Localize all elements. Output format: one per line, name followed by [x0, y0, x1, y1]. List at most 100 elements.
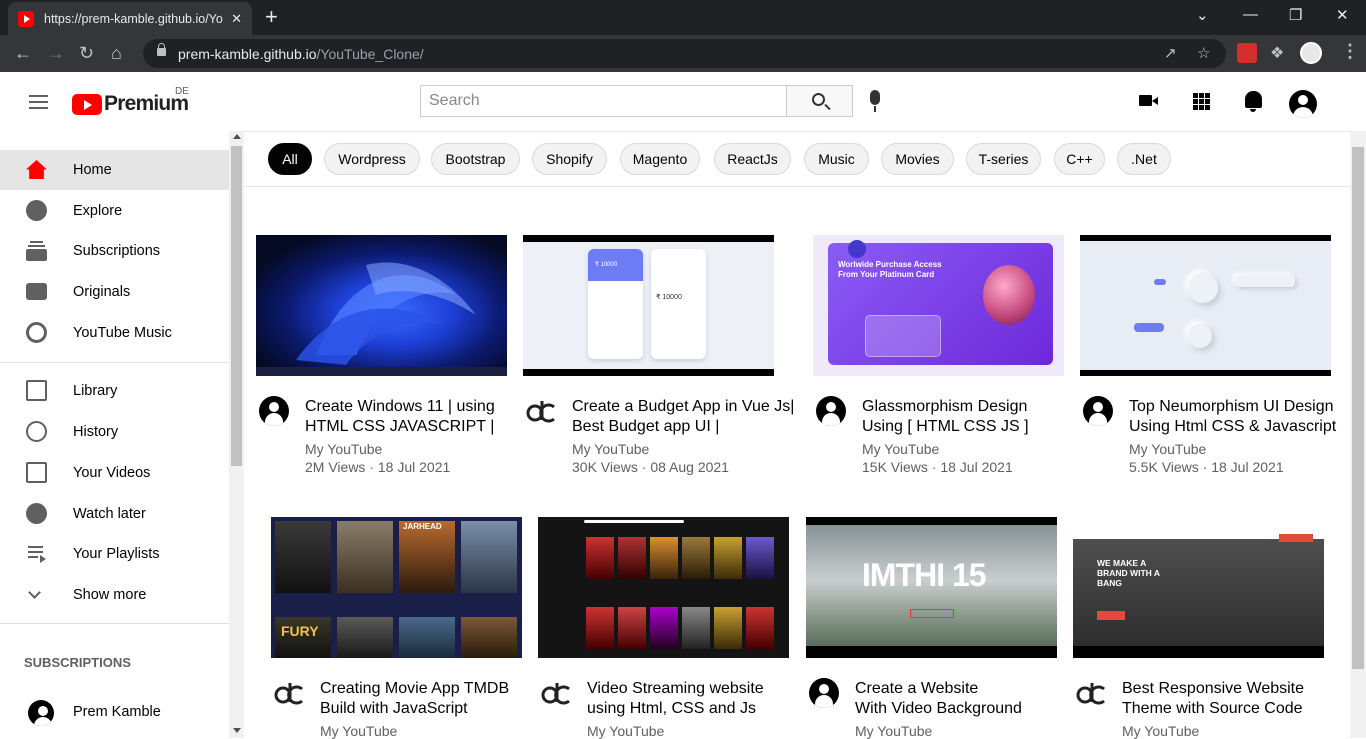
chip-music[interactable]: Music — [804, 143, 869, 175]
video-title[interactable]: Creating Movie App TMDB Build with JavaS… — [320, 679, 560, 719]
video-title[interactable]: Create a Website With Video Background — [855, 679, 1095, 719]
subscriptions-heading: SUBSCRIPTIONS — [24, 655, 131, 670]
browser-tab[interactable]: https://prem-kamble.github.io/Yo ✕ — [8, 2, 252, 35]
library-icon — [26, 380, 47, 401]
apps-grid-icon[interactable] — [1193, 93, 1210, 110]
scroll-down-arrow-icon[interactable] — [233, 728, 241, 733]
youtube-logo[interactable]: Premium — [72, 92, 189, 116]
sidebar-item-home[interactable]: Home — [0, 150, 229, 190]
video-channel[interactable]: My YouTube — [572, 441, 649, 457]
sidebar-item-label: YouTube Music — [73, 325, 172, 341]
chip-bootstrap[interactable]: Bootstrap — [431, 143, 520, 175]
dc-logo-icon[interactable] — [540, 678, 570, 708]
chip-all[interactable]: All — [268, 143, 312, 175]
sidebar-divider — [0, 623, 229, 624]
address-bar[interactable]: prem-kamble.github.io/YouTube_Clone/ ↗ ☆ — [143, 39, 1226, 68]
sidebar-divider — [0, 362, 229, 363]
main-scroll-thumb[interactable] — [1352, 147, 1364, 669]
browser-profile-avatar[interactable] — [1300, 42, 1322, 64]
video-thumbnail[interactable] — [256, 235, 507, 376]
browser-menu-icon[interactable]: ⋮ — [1341, 41, 1359, 62]
sidebar-item-originals[interactable]: Originals — [0, 272, 229, 312]
sidebar-item-explore[interactable]: Explore — [0, 191, 229, 231]
main-scrollbar[interactable] — [1350, 131, 1366, 738]
music-icon — [26, 322, 47, 343]
channel-avatar-icon[interactable] — [816, 396, 846, 426]
video-thumbnail[interactable] — [538, 517, 789, 658]
sidebar-item-library[interactable]: Library — [0, 371, 229, 411]
video-channel[interactable]: My YouTube — [587, 723, 664, 739]
sidebar-item-youtube-music[interactable]: YouTube Music — [0, 313, 229, 353]
video-meta: 15K Views · 18 Jul 2021 — [862, 459, 1013, 475]
video-thumbnail[interactable]: WE MAKE A BRAND WITH A BANG — [1073, 517, 1324, 658]
video-channel[interactable]: My YouTube — [1129, 441, 1206, 457]
video-title[interactable]: Glassmorphism Design Using [ HTML CSS JS… — [862, 397, 1102, 437]
playlist-icon — [26, 543, 47, 564]
video-thumbnail[interactable]: Worlwide Purchase Access From Your Plati… — [813, 235, 1064, 376]
chip-t-series[interactable]: T-series — [966, 143, 1041, 175]
sidebar-item-show-more[interactable]: Show more — [0, 575, 229, 615]
share-icon[interactable]: ↗ — [1164, 44, 1177, 62]
video-channel[interactable]: My YouTube — [855, 723, 932, 739]
video-thumbnail[interactable]: ₹ 10000 ₹ 10000 — [523, 235, 774, 376]
sidebar-item-your-videos[interactable]: Your Videos — [0, 453, 229, 493]
chip-wordpress[interactable]: Wordpress — [324, 143, 420, 175]
video-channel[interactable]: My YouTube — [320, 723, 397, 739]
channel-avatar-icon[interactable] — [1083, 396, 1113, 426]
extensions-puzzle-icon[interactable]: ❖ — [1270, 43, 1290, 63]
forward-icon[interactable]: → — [47, 43, 65, 63]
close-window-button[interactable]: ✕ — [1336, 6, 1349, 24]
create-video-icon[interactable] — [1139, 95, 1158, 106]
menu-icon[interactable] — [29, 95, 48, 109]
sidebar-scroll-thumb[interactable] — [231, 146, 242, 466]
thumb-budget-amount: ₹ 10000 — [656, 294, 682, 301]
tab-close-icon[interactable]: ✕ — [231, 11, 242, 27]
channel-avatar-icon[interactable] — [809, 678, 839, 708]
bookmark-star-icon[interactable]: ☆ — [1197, 44, 1210, 62]
chip-cpp[interactable]: C++ — [1054, 143, 1105, 175]
sidebar-subscription-prem-kamble[interactable]: Prem Kamble — [0, 692, 229, 732]
chip-shopify[interactable]: Shopify — [532, 143, 607, 175]
chip-movies[interactable]: Movies — [881, 143, 954, 175]
chip-reactjs[interactable]: ReactJs — [714, 143, 791, 175]
video-channel[interactable]: My YouTube — [862, 441, 939, 457]
extension-red-icon[interactable] — [1237, 43, 1257, 63]
sidebar-scrollbar[interactable] — [229, 131, 244, 738]
video-thumbnail[interactable]: IMTHI 15 — [806, 517, 1057, 658]
video-title[interactable]: Create a Budget App in Vue Js| Best Budg… — [572, 397, 802, 437]
video-channel[interactable]: My YouTube — [305, 441, 382, 457]
video-title[interactable]: Best Responsive Website Theme with Sourc… — [1122, 679, 1344, 719]
search-input[interactable] — [420, 85, 787, 117]
scroll-up-arrow-icon[interactable] — [233, 134, 241, 139]
sidebar-item-history[interactable]: History — [0, 412, 229, 452]
new-tab-button[interactable]: + — [265, 5, 278, 29]
minimize-button[interactable]: — — [1243, 6, 1258, 23]
home-browser-icon[interactable]: ⌂ — [111, 43, 122, 63]
sidebar-item-label: Home — [73, 162, 112, 178]
dc-logo-icon[interactable] — [525, 396, 555, 426]
notifications-bell-icon[interactable] — [1245, 91, 1262, 112]
account-avatar[interactable] — [1289, 90, 1317, 118]
sidebar-item-your-playlists[interactable]: Your Playlists — [0, 534, 229, 574]
maximize-button[interactable]: ❐ — [1289, 6, 1302, 24]
video-thumbnail[interactable] — [1080, 235, 1331, 376]
tab-search-icon[interactable]: ⌄ — [1196, 6, 1209, 24]
video-title[interactable]: Video Streaming website using Html, CSS … — [587, 679, 827, 719]
dc-logo-icon[interactable] — [273, 678, 303, 708]
video-title[interactable]: Top Neumorphism UI Design Using Html CSS… — [1129, 397, 1347, 437]
video-thumbnail[interactable]: JARHEAD FURY — [271, 517, 522, 658]
home-icon — [26, 160, 47, 179]
sidebar-item-subscriptions[interactable]: Subscriptions — [0, 231, 229, 271]
search-button[interactable] — [786, 85, 853, 117]
microphone-icon[interactable] — [870, 90, 880, 112]
chip-magento[interactable]: Magento — [620, 143, 700, 175]
back-icon[interactable]: ← — [14, 43, 32, 63]
video-title[interactable]: Create Windows 11 | using HTML CSS JAVAS… — [305, 397, 545, 437]
chip-dotnet[interactable]: .Net — [1117, 143, 1171, 175]
sidebar-item-watch-later[interactable]: Watch later — [0, 494, 229, 534]
channel-avatar-icon[interactable] — [259, 396, 289, 426]
video-channel[interactable]: My YouTube — [1122, 723, 1199, 739]
url-text[interactable]: prem-kamble.github.io/YouTube_Clone/ — [178, 46, 424, 62]
reload-icon[interactable]: ↻ — [79, 43, 94, 63]
dc-logo-icon[interactable] — [1075, 678, 1105, 708]
